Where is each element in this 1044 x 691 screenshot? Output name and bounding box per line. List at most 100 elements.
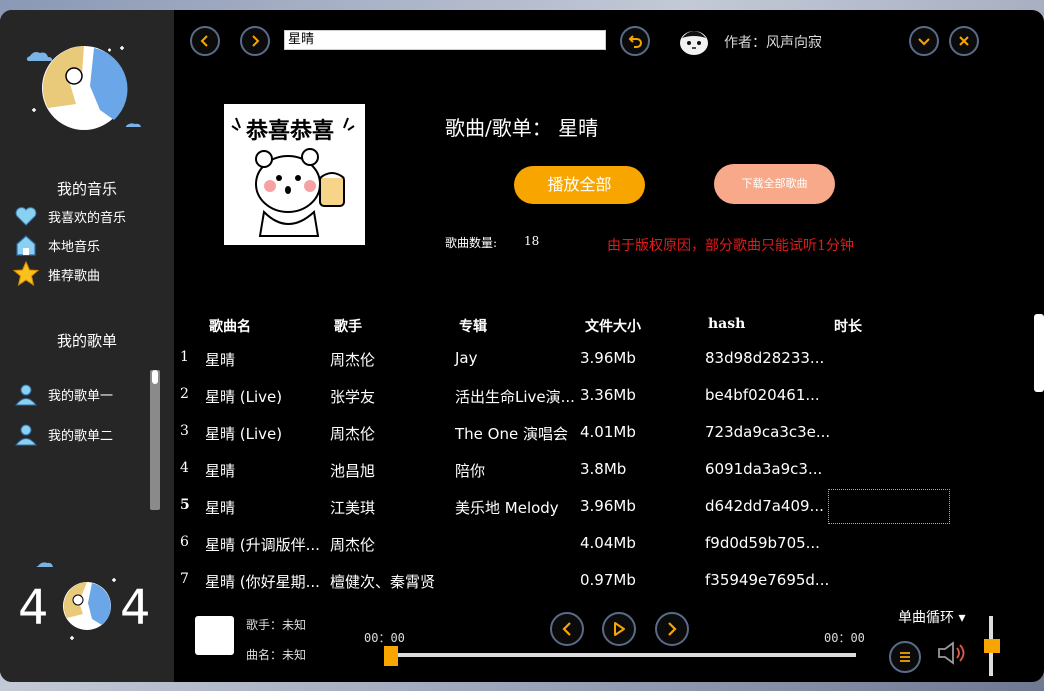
author-avatar [680, 31, 708, 55]
cell-singer: 周杰伦 [330, 536, 376, 554]
total-time: 00：00 [824, 631, 865, 645]
home-icon [12, 232, 40, 258]
cell-singer: 周杰伦 [330, 351, 376, 369]
table-header: 歌曲名 歌手 专辑 文件大小 hash 时长 [174, 316, 1034, 338]
playlist-menu-button[interactable] [889, 641, 921, 673]
chevron-left-icon [562, 622, 571, 636]
undo-icon [628, 35, 642, 48]
app-window: 我的音乐 我喜欢的音乐 本地音乐 推荐歌曲 我的歌单 我的歌单一 我的歌单二 4… [0, 10, 1044, 682]
close-icon [959, 36, 969, 46]
table-row[interactable]: 1 星晴 周杰伦 Jay 3.96Mb 83d98d28233... [174, 340, 1034, 377]
table-row[interactable]: 6 星晴 (升调版伴... 周杰伦 4.04Mb f9d0d59b705... [174, 525, 1034, 562]
row-index: 6 [180, 534, 189, 550]
logo-404-icon: 4 4 [18, 562, 151, 640]
current-time: 00：00 [364, 631, 405, 645]
copyright-notice: 由于版权原因，部分歌曲只能试听1分钟 [607, 238, 854, 254]
song-count-value: 18 [524, 234, 540, 248]
column-header-album[interactable]: 专辑 [459, 316, 487, 336]
cell-singer: 池昌旭 [330, 462, 376, 480]
cell-hash: be4bf020461... [705, 386, 820, 404]
sidebar-item-favorites[interactable]: 我喜欢的音乐 [12, 203, 126, 229]
chevron-down-icon [918, 38, 930, 46]
cell-singer: 江美琪 [330, 499, 376, 517]
cell-song-name: 星晴 [205, 351, 236, 369]
sidebar-item-playlist-1[interactable]: 我的歌单一 [12, 381, 113, 407]
download-all-button[interactable]: 下载全部歌曲 [714, 164, 835, 204]
progress-bar[interactable] [388, 653, 856, 657]
row-index: 1 [180, 349, 189, 365]
now-playing-song: 曲名：未知 [246, 648, 307, 662]
chevron-right-icon [252, 35, 260, 47]
refresh-button[interactable] [620, 26, 650, 56]
cell-hash: f35949e7695d... [705, 571, 830, 589]
minimize-button[interactable] [909, 26, 939, 56]
sidebar-item-label: 我喜欢的音乐 [48, 210, 127, 226]
play-button[interactable] [602, 612, 636, 646]
cell-song-name: 星晴 (Live) [205, 425, 283, 443]
column-header-name[interactable]: 歌曲名 [209, 316, 251, 336]
column-header-size[interactable]: 文件大小 [585, 316, 641, 336]
sidebar-item-recommended[interactable]: 推荐歌曲 [12, 261, 100, 287]
heart-icon [12, 203, 40, 229]
album-cover: 恭喜恭喜 [224, 104, 365, 245]
cell-size: 0.97Mb [580, 571, 636, 589]
volume-handle[interactable] [984, 639, 1000, 653]
sidebar-scrollbar[interactable] [150, 370, 160, 510]
search-input[interactable]: 星晴 [284, 30, 606, 50]
sidebar: 我的音乐 我喜欢的音乐 本地音乐 推荐歌曲 我的歌单 我的歌单一 我的歌单二 4… [0, 10, 174, 682]
cell-hash: d642dd7a409... [705, 497, 824, 515]
speaker-icon [938, 641, 965, 665]
table-row[interactable]: 3 星晴 (Live) 周杰伦 The One 演唱会 4.01Mb 723da… [174, 414, 1034, 451]
cell-song-name: 星晴 [205, 462, 236, 480]
cell-album: 美乐地 Melody [455, 499, 559, 517]
cell-size: 3.96Mb [580, 497, 636, 515]
my-playlists-title: 我的歌单 [56, 332, 117, 350]
menu-icon [900, 652, 910, 662]
sidebar-item-label: 我的歌单一 [48, 388, 114, 404]
table-row[interactable]: 2 星晴 (Live) 张学友 活出生命Live演... 3.36Mb be4b… [174, 377, 1034, 414]
chevron-left-icon [200, 35, 208, 47]
column-header-duration[interactable]: 时长 [834, 316, 862, 336]
table-row[interactable]: 4 星晴 池昌旭 陪你 3.8Mb 6091da3a9c3... [174, 451, 1034, 488]
table-scrollbar[interactable] [1034, 314, 1044, 392]
close-button[interactable] [949, 26, 979, 56]
table-row[interactable]: 7 星晴 (你好星期... 檀健次、秦霄贤 0.97Mb f35949e7695… [174, 562, 1034, 599]
sidebar-item-label: 推荐歌曲 [48, 268, 101, 284]
sidebar-item-local-music[interactable]: 本地音乐 [12, 232, 100, 258]
cell-singer: 张学友 [330, 388, 376, 406]
row-index: 3 [180, 423, 189, 439]
column-header-hash[interactable]: hash [708, 316, 745, 332]
song-count-label: 歌曲数量: [445, 236, 498, 250]
page-title: 歌曲/歌单： 星晴 [445, 116, 599, 140]
cell-album: 活出生命Live演... [455, 388, 575, 406]
sidebar-item-playlist-2[interactable]: 我的歌单二 [12, 421, 113, 447]
cell-size: 4.04Mb [580, 534, 636, 552]
cell-hash: f9d0d59b705... [705, 534, 820, 552]
author-label: 作者：风声向寂 [724, 35, 822, 51]
forward-button[interactable] [240, 26, 270, 56]
next-button[interactable] [655, 612, 689, 646]
row-index: 2 [180, 386, 189, 402]
cell-song-name: 星晴 (你好星期... [205, 573, 320, 591]
row-index: 4 [180, 460, 189, 476]
sidebar-item-label: 本地音乐 [48, 239, 101, 255]
play-all-button[interactable]: 播放全部 [514, 166, 645, 204]
progress-handle[interactable] [384, 646, 398, 666]
congrats-bear-image: 恭喜恭喜 [231, 117, 355, 237]
sidebar-scrollbar-thumb[interactable] [152, 370, 158, 384]
app-logo [26, 46, 141, 130]
cell-album: 陪你 [455, 462, 486, 480]
cell-hash: 723da9ca3c3e... [705, 423, 831, 441]
previous-button[interactable] [550, 612, 584, 646]
now-playing-singer: 歌手：未知 [246, 618, 307, 632]
focused-cell[interactable] [828, 489, 950, 524]
svg-text:4: 4 [18, 580, 49, 636]
cell-song-name: 星晴 (升调版伴... [205, 536, 320, 554]
back-button[interactable] [190, 26, 220, 56]
chevron-right-icon [668, 622, 677, 636]
volume-button[interactable] [936, 640, 968, 666]
column-header-singer[interactable]: 歌手 [334, 316, 362, 336]
loop-mode-dropdown[interactable]: 单曲循环 ▾ [898, 607, 965, 627]
cell-song-name: 星晴 [205, 499, 236, 517]
row-index: 7 [180, 571, 189, 587]
